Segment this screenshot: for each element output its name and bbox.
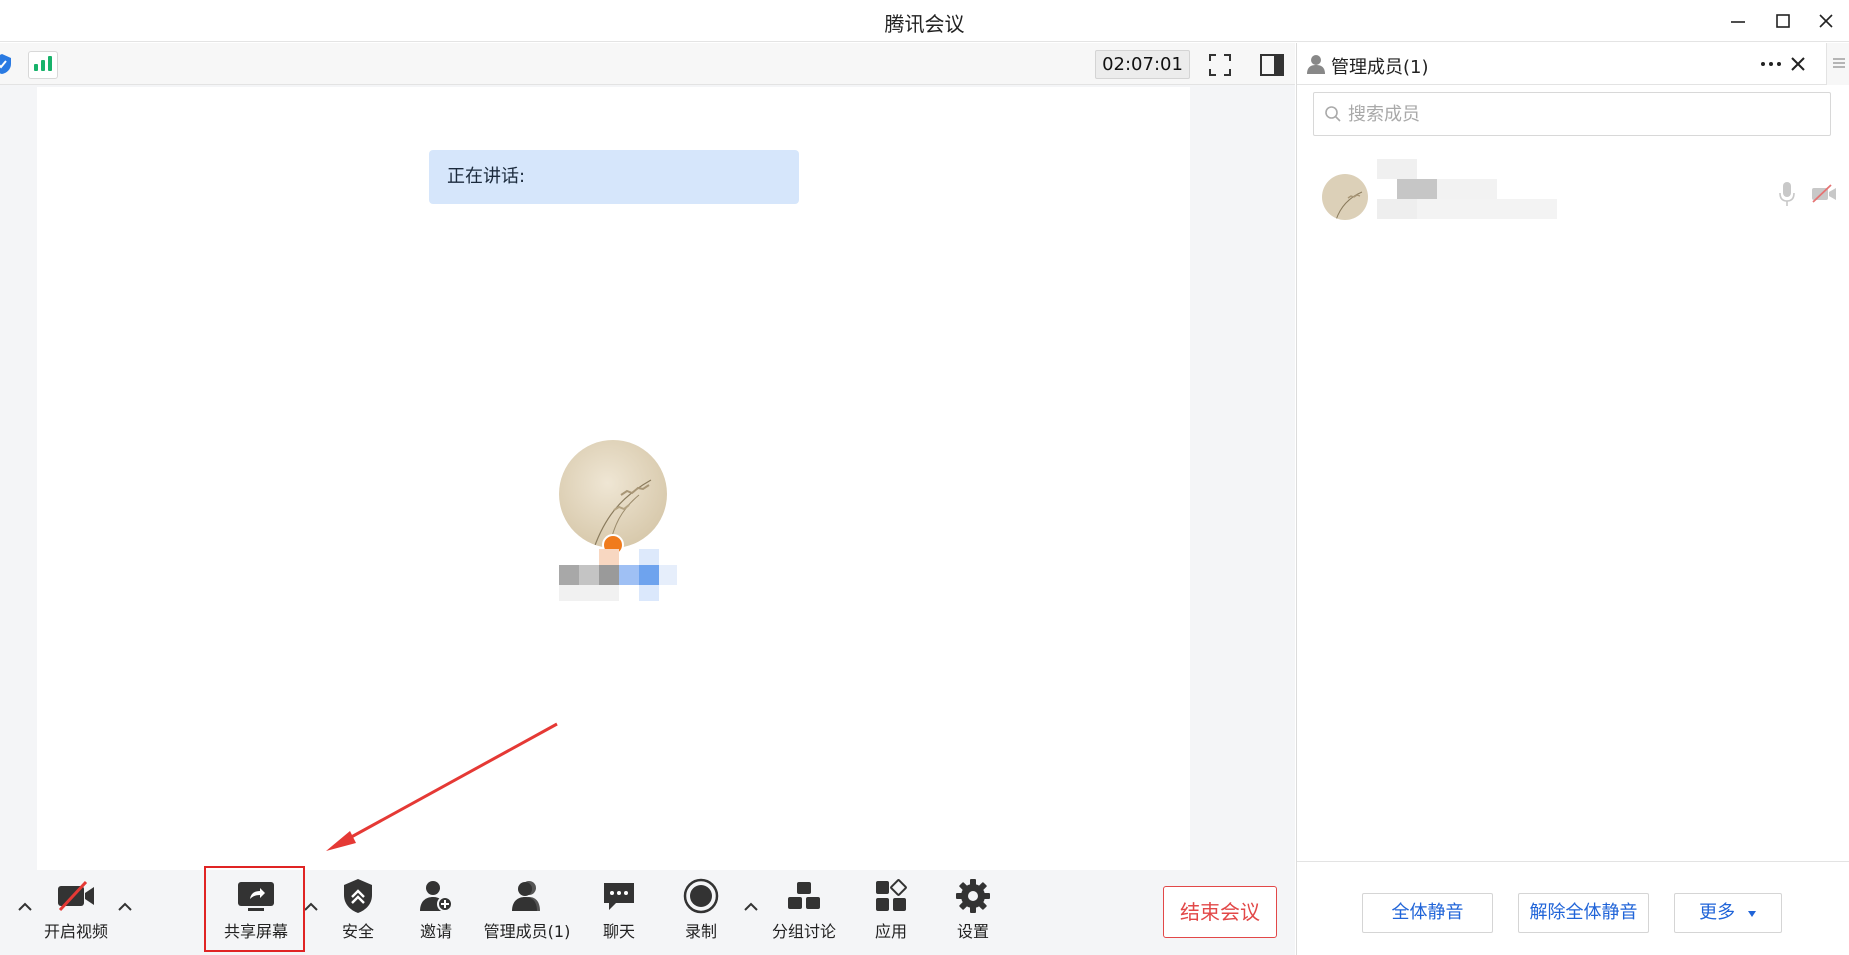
- network-signal-icon[interactable]: [28, 51, 58, 79]
- mute-all-button[interactable]: 全体静音: [1362, 893, 1493, 933]
- audio-options-chevron-up-icon[interactable]: [17, 900, 33, 912]
- breakout-rooms-button[interactable]: 分组讨论: [770, 876, 838, 942]
- meeting-top-bar: 02:07:01: [0, 43, 1295, 85]
- blurred-name: [559, 565, 579, 585]
- security-button[interactable]: 安全: [338, 876, 378, 942]
- security-shield-icon[interactable]: [0, 53, 12, 75]
- members-panel-footer: 全体静音 解除全体静音 更多: [1297, 861, 1849, 955]
- member-list-item[interactable]: [1297, 159, 1849, 231]
- share-options-chevron-up-icon[interactable]: [303, 900, 319, 912]
- maximize-button[interactable]: [1765, 6, 1801, 36]
- title-bar: 腾讯会议: [0, 0, 1849, 42]
- video-stage: 正在讲话:: [37, 87, 1190, 887]
- minimize-icon: [1731, 21, 1745, 23]
- menu-icon: [1833, 58, 1845, 68]
- more-options-icon[interactable]: [1760, 58, 1782, 70]
- search-icon: [1325, 106, 1341, 122]
- meeting-area: 02:07:01 正在讲话:: [0, 43, 1295, 955]
- fullscreen-icon[interactable]: [1207, 52, 1233, 78]
- close-window-button[interactable]: [1808, 6, 1844, 36]
- chat-label: 聊天: [602, 922, 635, 941]
- record-button[interactable]: 录制: [681, 876, 721, 942]
- settings-label: 设置: [956, 922, 989, 941]
- members-icon: [512, 881, 540, 911]
- breakout-rooms-label: 分组讨论: [771, 922, 836, 941]
- more-button[interactable]: 更多: [1674, 893, 1782, 933]
- gear-icon: [956, 879, 990, 913]
- video-options-chevron-up-icon[interactable]: [117, 900, 133, 912]
- maximize-icon: [1776, 14, 1790, 28]
- end-meeting-button[interactable]: 结束会议: [1163, 886, 1277, 938]
- apps-label: 应用: [874, 922, 907, 941]
- breakout-rooms-icon: [788, 882, 820, 909]
- share-screen-highlight-box: [204, 866, 305, 952]
- security-icon: [344, 879, 372, 913]
- meeting-toolbar: 开启视频 共享屏幕 安全 邀请 管理成员(1) 聊天 录制 分组讨论 应用 设置: [0, 870, 1295, 955]
- settings-button[interactable]: 设置: [953, 876, 993, 942]
- start-video-label: 开启视频: [43, 922, 108, 941]
- record-options-chevron-up-icon[interactable]: [743, 900, 759, 912]
- invite-user-icon: [420, 881, 453, 912]
- apps-button[interactable]: 应用: [871, 876, 911, 942]
- invite-label: 邀请: [419, 922, 452, 941]
- speaking-indicator: 正在讲话:: [429, 150, 799, 204]
- members-panel-title: 管理成员(1): [1331, 57, 1429, 78]
- meeting-timer: 02:07:01: [1095, 50, 1190, 79]
- blurred-member-name: [1377, 159, 1417, 179]
- minimize-button[interactable]: [1720, 6, 1756, 36]
- members-panel-header: 管理成员(1): [1297, 43, 1849, 85]
- panel-menu-strip[interactable]: [1826, 43, 1849, 85]
- start-video-button[interactable]: 开启视频: [40, 876, 112, 942]
- video-off-icon: [58, 880, 94, 912]
- chat-button[interactable]: 聊天: [599, 876, 639, 942]
- invite-button[interactable]: 邀请: [416, 876, 456, 942]
- apps-icon: [876, 879, 907, 911]
- camera-off-icon[interactable]: [1811, 184, 1837, 204]
- toggle-sidebar-icon[interactable]: [1259, 52, 1285, 78]
- member-avatar: [1322, 174, 1368, 220]
- caret-down-icon: [1747, 911, 1756, 917]
- unmute-all-button[interactable]: 解除全体静音: [1518, 893, 1649, 933]
- microphone-icon[interactable]: [1778, 181, 1796, 207]
- manage-members-button[interactable]: 管理成员(1): [484, 876, 570, 942]
- chat-icon: [604, 883, 634, 910]
- record-icon: [683, 878, 719, 914]
- participant-avatar: [559, 440, 667, 548]
- window-title: 腾讯会议: [884, 12, 965, 36]
- close-panel-icon[interactable]: [1789, 55, 1807, 73]
- manage-members-label: 管理成员(1): [483, 922, 571, 941]
- record-label: 录制: [684, 922, 717, 941]
- member-search-box[interactable]: [1313, 92, 1831, 136]
- person-icon: [1307, 55, 1325, 74]
- member-search-input[interactable]: [1348, 93, 1818, 135]
- security-label: 安全: [341, 922, 374, 941]
- close-icon: [1819, 14, 1833, 28]
- more-label: 更多: [1699, 902, 1736, 923]
- members-panel: 管理成员(1) 搜索成员 全体静音 解除全体静音 更多: [1296, 43, 1849, 955]
